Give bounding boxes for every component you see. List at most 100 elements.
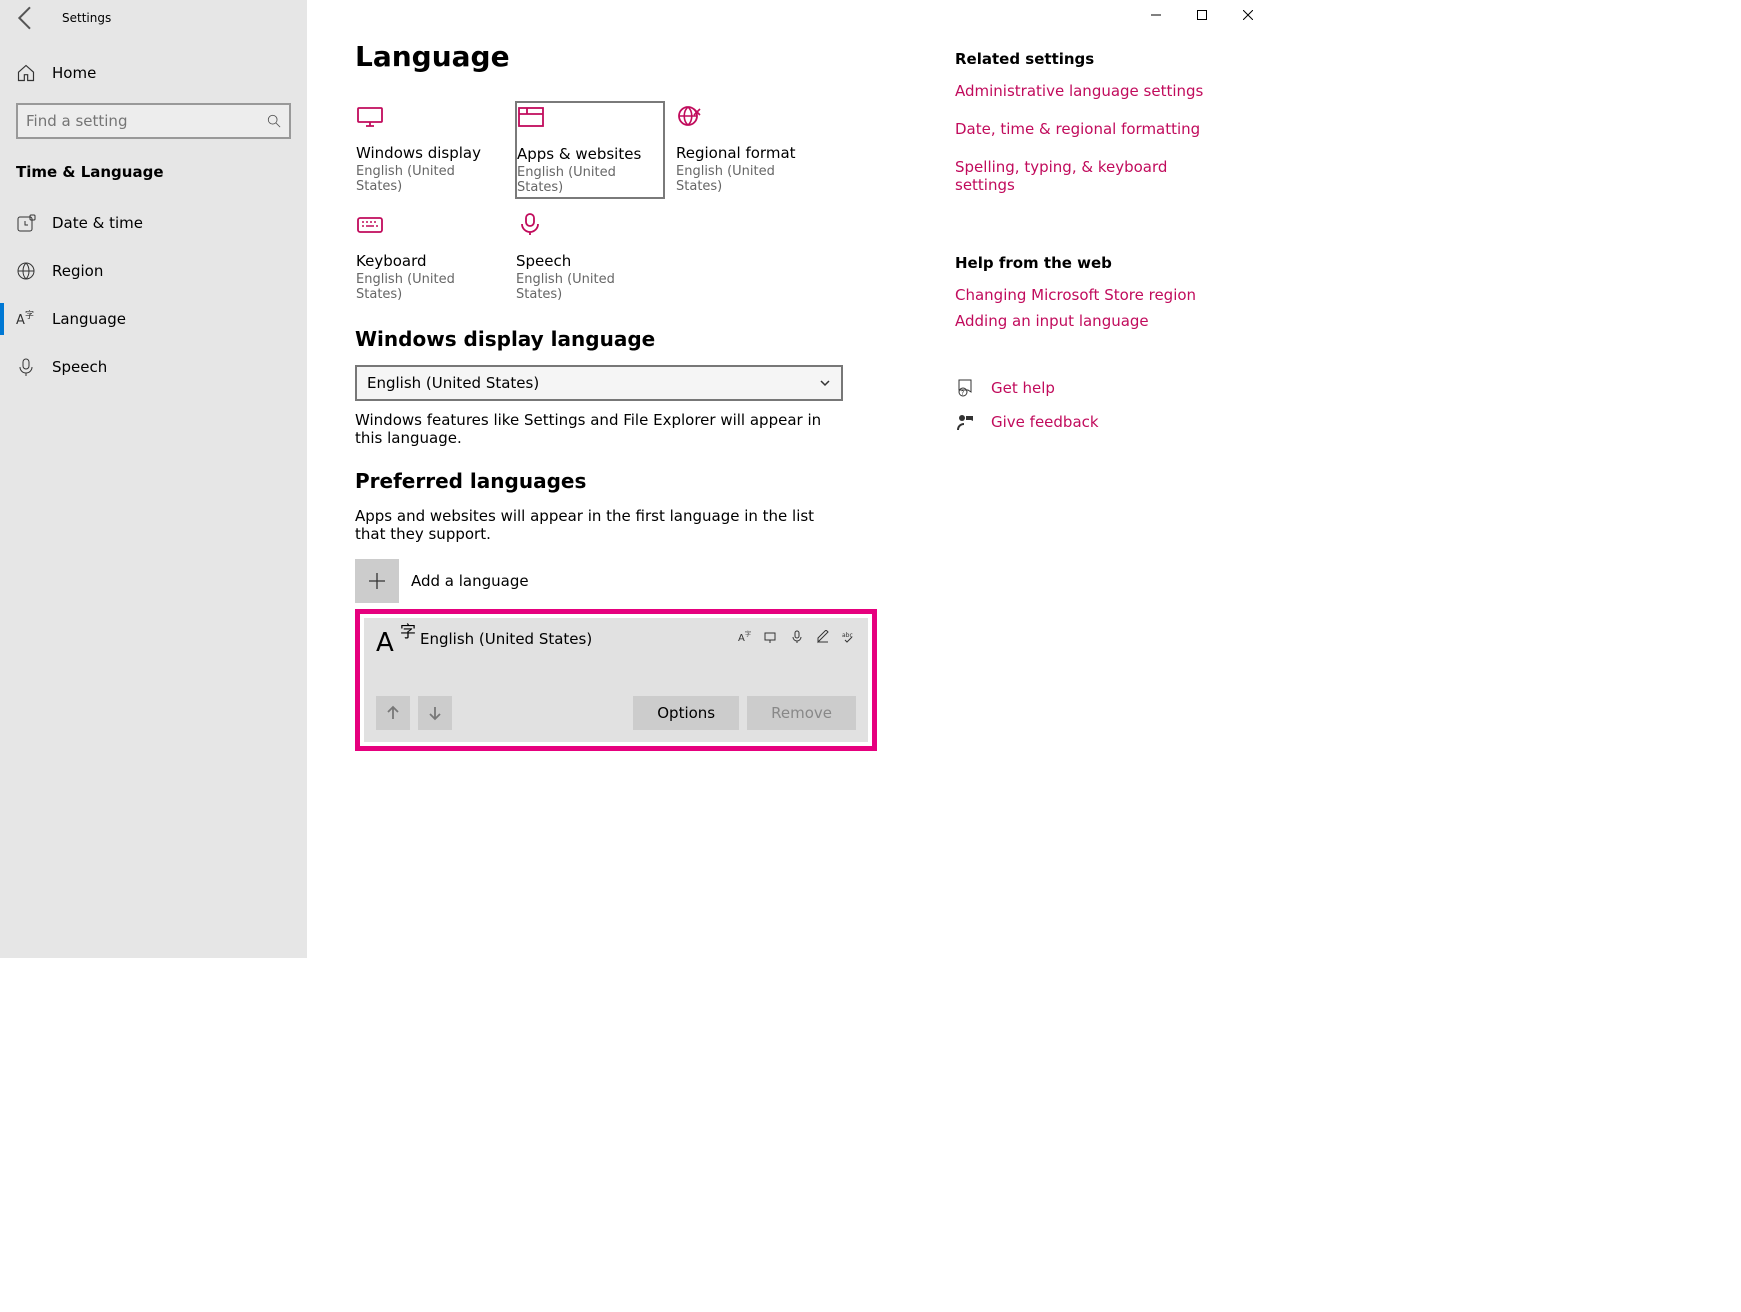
tile-title: Regional format [676,144,824,162]
sidebar-item-label: Speech [52,358,107,376]
feedback-label: Give feedback [991,413,1099,431]
tts-mini-icon [764,630,778,644]
search-input-field[interactable] [26,112,256,130]
tile-sub: English (United States) [516,272,664,302]
search-icon [267,114,281,128]
feedback-icon [955,412,975,432]
svg-text:A: A [16,313,25,328]
language-card-actions: Options Remove [376,696,856,730]
back-button[interactable] [10,2,42,34]
display-language-select[interactable]: English (United States) [355,365,843,401]
category-title: Time & Language [0,153,307,191]
section1-help: Windows features like Settings and File … [355,411,825,447]
options-button[interactable]: Options [633,696,739,730]
display-lang-mini-icon: A字 [738,630,752,644]
link-add-input-lang[interactable]: Adding an input language [955,312,1227,330]
search-row [0,95,307,153]
link-change-store-region[interactable]: Changing Microsoft Store region [955,286,1227,304]
minimize-button[interactable] [1133,0,1179,30]
handwriting-mini-icon [816,630,830,644]
mic-icon [16,357,36,377]
svg-text:字: 字 [745,630,751,638]
content-area: Language Windows display English (United… [307,0,1271,958]
tile-title: Apps & websites [517,145,663,163]
tiles: Windows display English (United States) … [355,101,915,305]
search-input[interactable] [16,103,291,139]
sidebar-item-date-time[interactable]: Date & time [0,199,307,247]
maximize-button[interactable] [1179,0,1225,30]
main-column: Language Windows display English (United… [355,40,915,958]
tile-sub: English (United States) [356,272,504,302]
tile-apps-websites[interactable]: Apps & websites English (United States) [515,101,665,199]
link-datetime-regional[interactable]: Date, time & regional formatting [955,120,1227,138]
tile-title: Speech [516,252,664,270]
window-controls [1133,0,1271,30]
svg-text:A: A [738,633,745,644]
sidebar-item-label: Date & time [52,214,143,232]
home-label: Home [52,64,96,82]
section2-title: Preferred languages [355,469,915,493]
tile-title: Windows display [356,144,504,162]
sidebar-item-home[interactable]: Home [0,51,307,95]
svg-text:?: ? [961,390,964,397]
sidebar-item-label: Region [52,262,103,280]
tile-sub: English (United States) [676,164,824,194]
clock-icon [16,213,36,233]
sidebar-item-speech[interactable]: Speech [0,343,307,391]
window-icon [517,105,663,145]
tile-keyboard[interactable]: Keyboard English (United States) [355,209,505,305]
mic2-icon [516,212,664,252]
chevron-down-icon [819,377,831,389]
sidebar-item-language[interactable]: A字 Language [0,295,307,343]
add-language-label: Add a language [411,572,529,590]
sidebar-item-label: Language [52,310,126,328]
language-card[interactable]: A English (United States) A字 abc [364,618,868,742]
globe-icon [16,261,36,281]
get-help-link[interactable]: ? Get help [955,378,1227,398]
move-up-button[interactable] [376,696,410,730]
page-title: Language [355,40,915,73]
monitor-icon [356,104,504,144]
speech-mini-icon [790,630,804,644]
spellcheck-mini-icon: abc [842,630,856,644]
section1-title: Windows display language [355,327,915,351]
link-spelling-typing[interactable]: Spelling, typing, & keyboard settings [955,158,1227,194]
help-title: Help from the web [955,254,1227,272]
globe2-icon [676,104,824,144]
language-card-header: A English (United States) A字 abc [376,630,856,662]
related-title: Related settings [955,50,1227,68]
language-features: A字 abc [738,630,856,644]
select-value: English (United States) [367,374,539,392]
tile-regional-format[interactable]: Regional format English (United States) [675,101,825,199]
svg-text:字: 字 [25,309,34,321]
tile-sub: English (United States) [356,164,504,194]
language-card-title: English (United States) [420,630,592,648]
remove-button: Remove [747,696,856,730]
plus-icon [355,559,399,603]
sidebar-item-region[interactable]: Region [0,247,307,295]
remove-label: Remove [771,704,832,722]
get-help-label: Get help [991,379,1055,397]
language-glyph-icon: A [376,630,408,662]
section2-help: Apps and websites will appear in the fir… [355,507,825,543]
nav-list: Date & time Region A字 Language Speech [0,191,307,399]
close-button[interactable] [1225,0,1271,30]
tile-windows-display[interactable]: Windows display English (United States) [355,101,505,199]
titlebar-left: Settings [0,0,307,36]
app-title: Settings [42,11,111,25]
add-language-button[interactable]: Add a language [355,559,915,603]
link-admin-language[interactable]: Administrative language settings [955,82,1227,100]
move-down-button[interactable] [418,696,452,730]
tile-title: Keyboard [356,252,504,270]
help-icon: ? [955,378,975,398]
highlight-box: A English (United States) A字 abc [355,609,877,751]
options-label: Options [657,704,715,722]
right-column: Related settings Administrative language… [955,40,1255,958]
give-feedback-link[interactable]: Give feedback [955,412,1227,432]
home-icon [16,63,36,83]
language-icon: A字 [16,309,36,329]
sidebar: Settings Home Time & Language Date & tim… [0,0,307,958]
keyboard-icon [356,212,504,252]
tile-speech[interactable]: Speech English (United States) [515,209,665,305]
tile-sub: English (United States) [517,165,663,195]
